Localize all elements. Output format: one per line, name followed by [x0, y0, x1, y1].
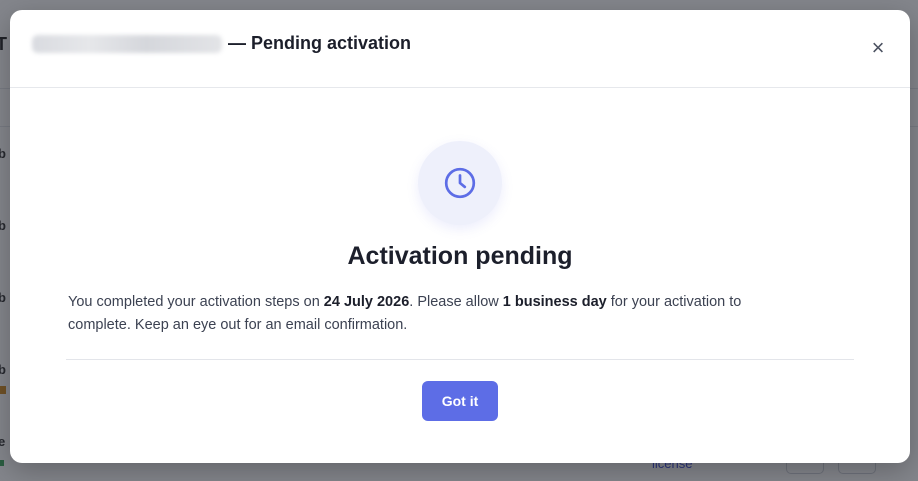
message-text: You completed your activation steps on [68, 294, 324, 310]
activation-date: 24 July 2026 [323, 294, 410, 310]
modal-divider [66, 359, 854, 360]
modal-title-text: — Pending activation [228, 33, 412, 53]
modal-title: — Pending activation [32, 33, 411, 54]
got-it-button[interactable]: Got it [422, 381, 498, 421]
message-text: . Please allow [409, 294, 503, 310]
close-button[interactable]: × [868, 35, 888, 60]
clock-icon [444, 167, 476, 199]
status-icon-container [418, 141, 502, 225]
modal-header: — Pending activation × [10, 10, 910, 88]
modal-heading: Activation pending [347, 242, 573, 270]
redacted-product-name [32, 34, 222, 53]
modal-message: You completed your activation steps on 2… [68, 291, 808, 337]
close-icon: × [871, 35, 885, 60]
pending-activation-modal: — Pending activation × Activation pendin… [10, 10, 910, 463]
activation-duration: 1 business day [502, 294, 607, 310]
